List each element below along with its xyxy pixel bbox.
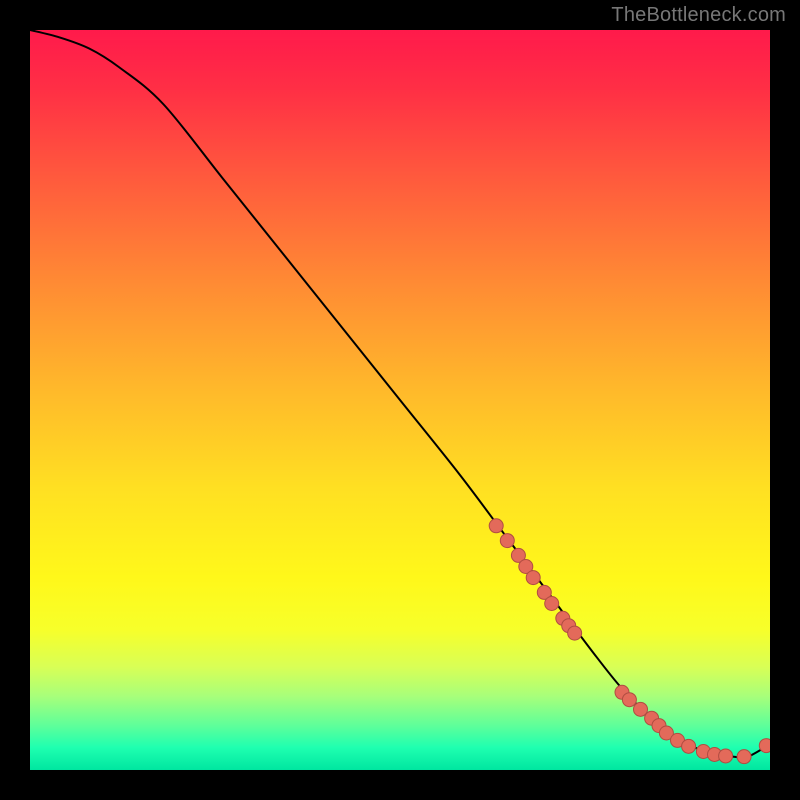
marker-point xyxy=(545,597,559,611)
marker-point xyxy=(682,739,696,753)
marker-point xyxy=(737,750,751,764)
marker-point xyxy=(568,626,582,640)
chart-overlay xyxy=(30,30,770,770)
marker-point xyxy=(719,749,733,763)
marker-point xyxy=(526,571,540,585)
marker-point xyxy=(500,534,514,548)
marker-point xyxy=(759,739,770,753)
marker-point xyxy=(489,519,503,533)
attribution-label: TheBottleneck.com xyxy=(611,4,786,27)
chart-frame: TheBottleneck.com xyxy=(0,0,800,800)
highlight-markers xyxy=(489,519,770,764)
bottleneck-curve xyxy=(30,30,770,758)
plot-area xyxy=(30,30,770,770)
marker-point xyxy=(622,693,636,707)
